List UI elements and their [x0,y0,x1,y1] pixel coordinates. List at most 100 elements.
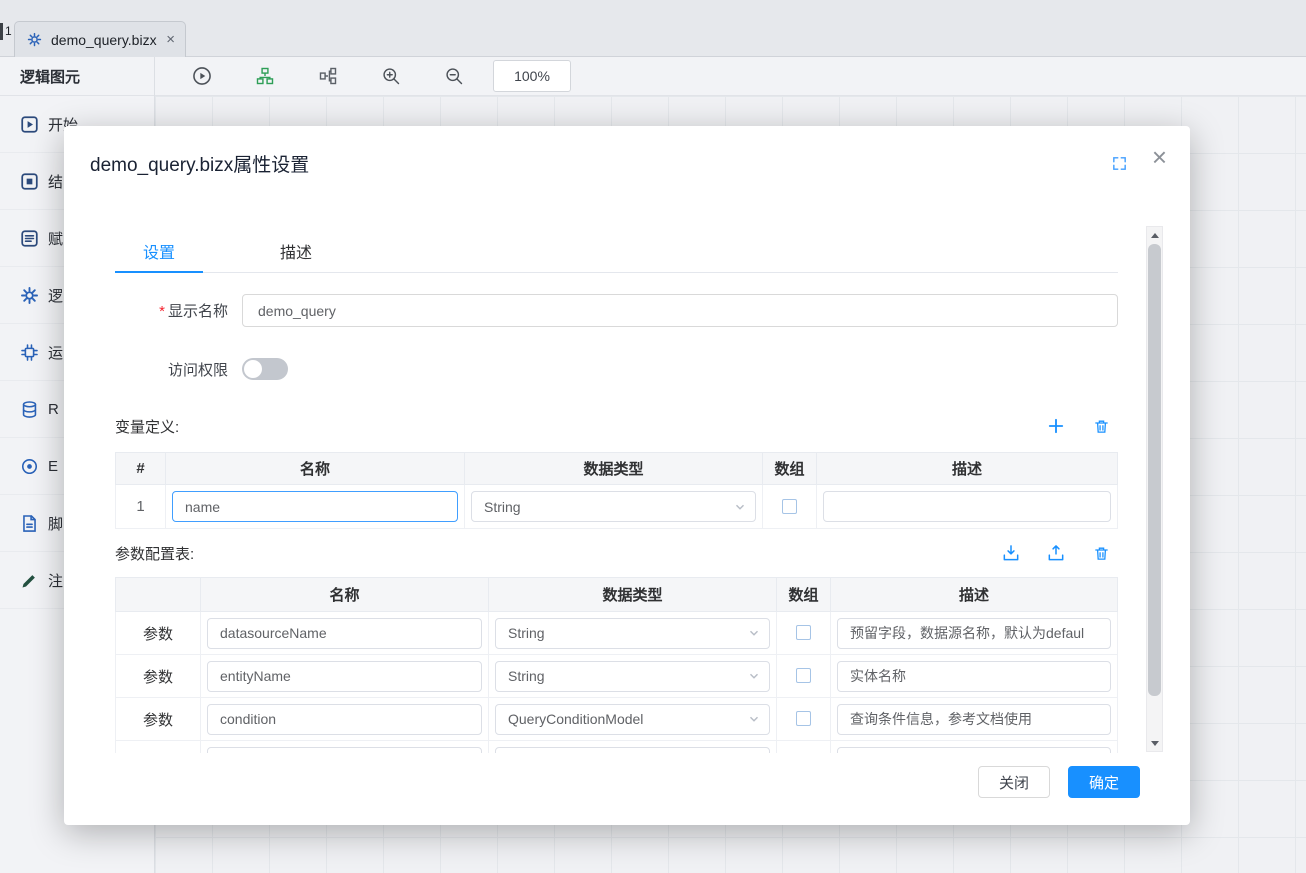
table-row: 参数 String [116,612,1118,655]
row-type-label: 参数 [143,669,173,686]
param-type-select[interactable]: QueryConditionModel [495,704,770,735]
param-array-checkbox[interactable] [796,625,811,640]
dialog-footer: 关闭 确定 [978,766,1140,798]
variable-array-checkbox[interactable] [782,499,797,514]
params-section-title: 参数配置表: [115,543,194,564]
param-array-checkbox[interactable] [796,711,811,726]
param-name-input[interactable] [207,747,482,754]
params-section: 参数配置表: [115,542,1118,564]
column-header: 描述 [817,453,1118,485]
chevron-down-icon [748,627,760,639]
column-header [116,578,201,612]
param-name-input[interactable] [207,661,482,692]
rdb-database-icon [20,400,39,419]
es-database-icon [20,457,39,476]
zoom-in-icon[interactable] [380,65,402,87]
variables-table: # 名称 数据类型 数组 描述 1 String [115,452,1118,529]
dialog-body: 设置 描述 *显示名称 访问权限 变量定义: [115,225,1118,753]
variables-header-row: # 名称 数据类型 数组 描述 [116,453,1118,485]
param-desc-input[interactable] [837,704,1111,735]
table-row: 1 String [116,485,1118,529]
column-header: 数组 [763,453,817,485]
tab-close-icon[interactable]: × [166,32,175,47]
add-variable-icon[interactable] [1045,415,1067,437]
column-header: 数据类型 [489,578,777,612]
zoom-out-icon[interactable] [443,65,465,87]
layout-tree-vertical-icon[interactable] [254,65,276,87]
tab-demo-query-bizx[interactable]: demo_query.bizx × [14,21,186,57]
confirm-button[interactable]: 确定 [1068,766,1140,798]
dialog-scrollbar[interactable] [1146,226,1163,752]
scrollbar-thumb[interactable] [1148,244,1161,696]
chip-icon [20,343,39,362]
tab-settings[interactable]: 设置 [115,229,203,272]
export-params-icon[interactable] [1045,542,1067,564]
row-type-label: 参数 [143,626,173,643]
access-label: 访问权限 [115,359,228,380]
column-header: 名称 [166,453,465,485]
logic-gear-icon [20,286,39,305]
editor-tabbar: 1 demo_query.bizx × [0,0,1306,57]
variable-name-input[interactable] [172,491,458,522]
palette-title: 逻辑图元 [0,57,154,96]
param-array-checkbox[interactable] [796,668,811,683]
delete-params-icon[interactable] [1090,542,1112,564]
param-desc-input[interactable] [837,661,1111,692]
display-name-input[interactable] [242,294,1118,327]
canvas-toolbar: 100% [155,57,1306,96]
column-header: 名称 [201,578,489,612]
panel-edge-marker: 1 [0,23,12,40]
display-name-label: *显示名称 [115,300,228,321]
run-icon[interactable] [191,65,213,87]
params-header-row: 名称 数据类型 数组 描述 [116,578,1118,612]
column-header: # [116,453,166,485]
param-type-select[interactable]: Int [495,747,770,754]
param-type-select[interactable]: String [495,618,770,649]
scroll-down-icon[interactable] [1147,735,1162,751]
close-icon[interactable]: × [1152,144,1167,170]
column-header: 数组 [777,578,831,612]
tab-label: demo_query.bizx [51,32,157,48]
access-toggle[interactable] [242,358,288,380]
tab-description[interactable]: 描述 [252,229,340,272]
variable-type-select[interactable]: String [471,491,756,522]
params-table: 名称 数据类型 数组 描述 参数 String [115,577,1118,753]
table-row: 参数 QueryConditionModel [116,698,1118,741]
close-button[interactable]: 关闭 [978,766,1050,798]
column-header: 描述 [831,578,1118,612]
table-row: 参数 String [116,655,1118,698]
param-name-input[interactable] [207,618,482,649]
dialog-tabs: 设置 描述 [115,229,1118,273]
dialog-title: demo_query.bizx属性设置 [90,150,309,177]
display-name-row: *显示名称 [115,294,1118,327]
variables-section: 变量定义: [115,415,1118,437]
param-desc-input[interactable] [837,747,1111,754]
variables-section-title: 变量定义: [115,416,179,437]
variable-desc-input[interactable] [823,491,1111,522]
delete-variable-icon[interactable] [1090,415,1112,437]
zoom-level-button[interactable]: 100% [493,60,571,92]
end-icon [20,172,39,191]
script-document-icon [20,514,39,533]
param-name-input[interactable] [207,704,482,735]
access-row: 访问权限 [115,358,1118,380]
pen-icon [20,571,39,590]
assign-icon [20,229,39,248]
chevron-down-icon [748,713,760,725]
chevron-down-icon [734,501,746,513]
chevron-down-icon [748,670,760,682]
row-type-label: 参数 [143,712,173,729]
start-icon [20,115,39,134]
properties-dialog: demo_query.bizx属性设置 × 设置 描述 *显示名称 访问权限 变… [64,126,1190,825]
param-desc-input[interactable] [837,618,1111,649]
required-mark: * [159,303,165,320]
layout-tree-horizontal-icon[interactable] [317,65,339,87]
param-type-select[interactable]: String [495,661,770,692]
import-params-icon[interactable] [1000,542,1022,564]
table-row: 参数 Int [116,741,1118,754]
row-index: 1 [136,498,144,515]
fullscreen-icon[interactable] [1111,155,1128,172]
gear-icon [25,30,44,49]
column-header: 数据类型 [465,453,763,485]
scroll-up-icon[interactable] [1147,227,1162,243]
